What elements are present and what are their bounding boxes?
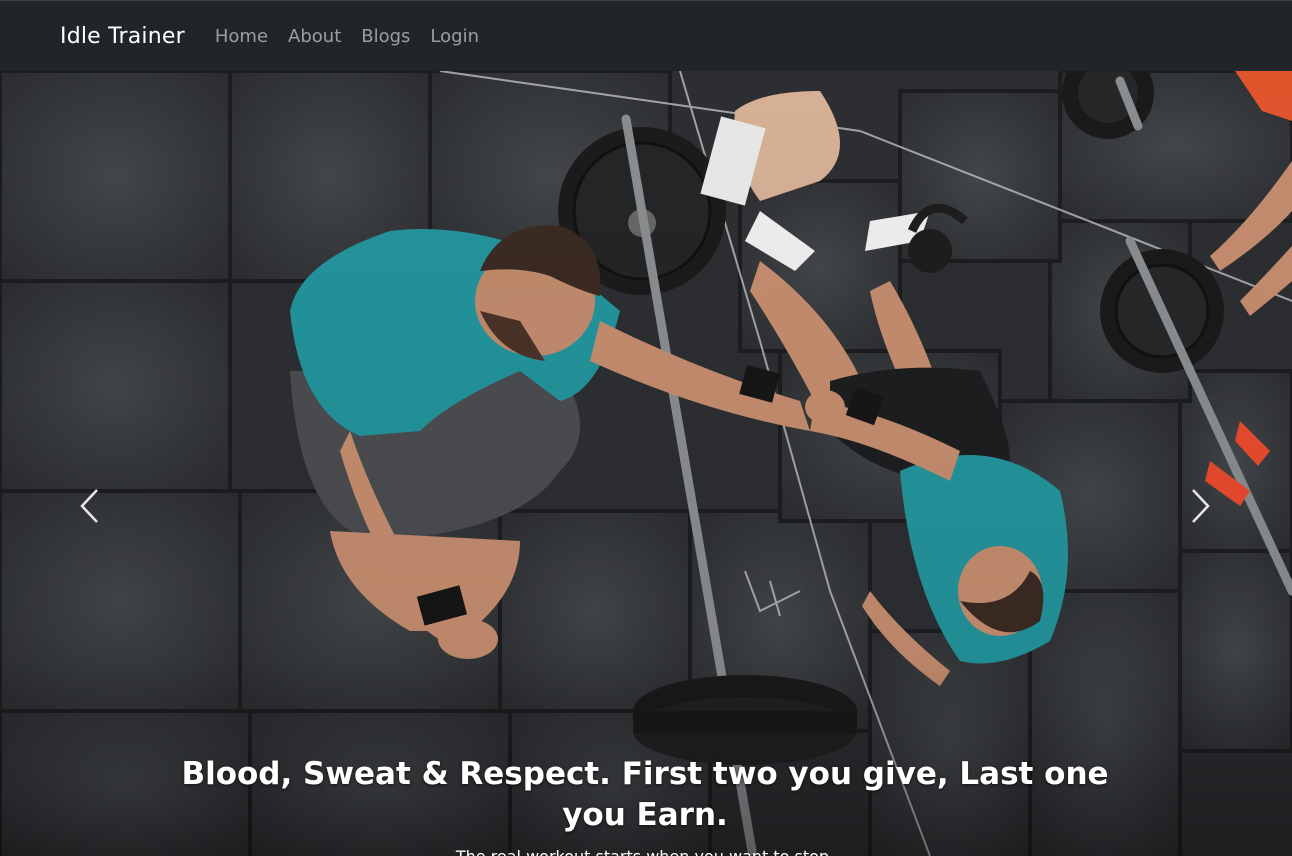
top-navbar: Idle Trainer Home About Blogs Login bbox=[0, 0, 1292, 71]
carousel-prev-button[interactable] bbox=[70, 476, 110, 536]
carousel-caption: Blood, Sweat & Respect. First two you gi… bbox=[180, 754, 1110, 856]
nav-link-login[interactable]: Login bbox=[430, 26, 479, 47]
hero-image bbox=[0, 71, 1292, 856]
hero-carousel: Blood, Sweat & Respect. First two you gi… bbox=[0, 71, 1292, 856]
nav-link-about[interactable]: About bbox=[288, 26, 341, 47]
nav-link-home[interactable]: Home bbox=[215, 26, 268, 47]
nav-links: Home About Blogs Login bbox=[215, 26, 479, 47]
nav-link-blogs[interactable]: Blogs bbox=[361, 26, 410, 47]
hero-subtitle: The real workout starts when you want to… bbox=[180, 846, 1110, 856]
chevron-left-icon bbox=[80, 489, 98, 523]
hero-title: Blood, Sweat & Respect. First two you gi… bbox=[181, 756, 1109, 833]
chevron-right-icon bbox=[1192, 489, 1210, 523]
navbar-brand[interactable]: Idle Trainer bbox=[60, 24, 185, 49]
carousel-next-button[interactable] bbox=[1180, 476, 1220, 536]
